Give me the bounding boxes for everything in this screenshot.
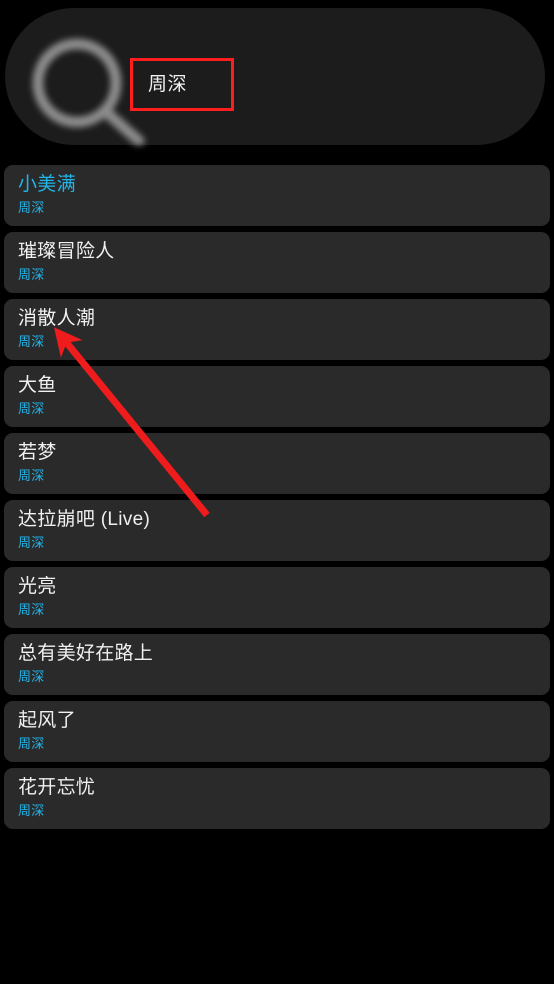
song-artist: 周深 <box>18 200 45 215</box>
table-row[interactable]: 达拉崩吧 (Live) 周深 <box>4 500 550 561</box>
song-artist: 周深 <box>18 736 45 751</box>
search-results-screen: 周深 小美满 周深 璀璨冒险人 周深 消散人潮 周深 大鱼 周深 若梦 周深 达… <box>0 0 554 984</box>
song-artist: 周深 <box>18 401 45 416</box>
search-input[interactable]: 周深 <box>130 58 234 111</box>
song-title: 光亮 <box>18 576 57 597</box>
table-row[interactable]: 大鱼 周深 <box>4 366 550 427</box>
song-artist: 周深 <box>18 334 45 349</box>
table-row[interactable]: 总有美好在路上 周深 <box>4 634 550 695</box>
song-title: 大鱼 <box>18 375 57 396</box>
table-row[interactable]: 若梦 周深 <box>4 433 550 494</box>
table-row[interactable]: 光亮 周深 <box>4 567 550 628</box>
song-artist: 周深 <box>18 602 45 617</box>
song-title: 达拉崩吧 (Live) <box>18 509 151 530</box>
song-artist: 周深 <box>18 535 45 550</box>
search-icon <box>32 38 145 145</box>
song-title: 花开忘忧 <box>18 777 96 798</box>
search-bar[interactable]: 周深 <box>5 8 545 145</box>
table-row[interactable]: 花开忘忧 周深 <box>4 768 550 829</box>
song-title: 消散人潮 <box>18 308 96 329</box>
table-row[interactable]: 璀璨冒险人 周深 <box>4 232 550 293</box>
song-title: 起风了 <box>18 710 76 731</box>
song-artist: 周深 <box>18 468 45 483</box>
song-title: 总有美好在路上 <box>18 643 154 664</box>
song-artist: 周深 <box>18 803 45 818</box>
song-title: 小美满 <box>18 174 76 195</box>
song-artist: 周深 <box>18 669 45 684</box>
table-row[interactable]: 消散人潮 周深 <box>4 299 550 360</box>
table-row[interactable]: 小美满 周深 <box>4 165 550 226</box>
table-row[interactable]: 起风了 周深 <box>4 701 550 762</box>
search-results-list: 小美满 周深 璀璨冒险人 周深 消散人潮 周深 大鱼 周深 若梦 周深 达拉崩吧… <box>0 165 554 835</box>
search-input-value: 周深 <box>148 74 188 95</box>
song-title: 若梦 <box>18 442 57 463</box>
song-title: 璀璨冒险人 <box>18 241 115 262</box>
song-artist: 周深 <box>18 267 45 282</box>
